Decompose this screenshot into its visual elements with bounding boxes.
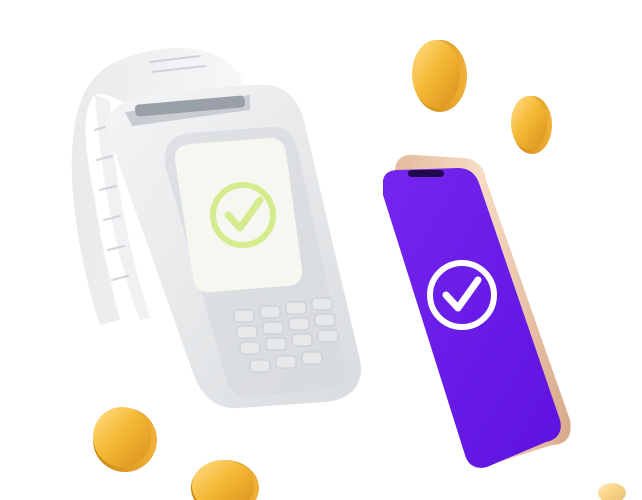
smartphone [382, 154, 571, 468]
coin-icon [412, 40, 467, 112]
pos-terminal [105, 84, 361, 409]
coin-icon [598, 483, 626, 500]
coin-icon [511, 96, 552, 154]
coin-icon [191, 460, 259, 500]
coin-icon [93, 407, 157, 472]
payment-illustration [0, 0, 642, 500]
